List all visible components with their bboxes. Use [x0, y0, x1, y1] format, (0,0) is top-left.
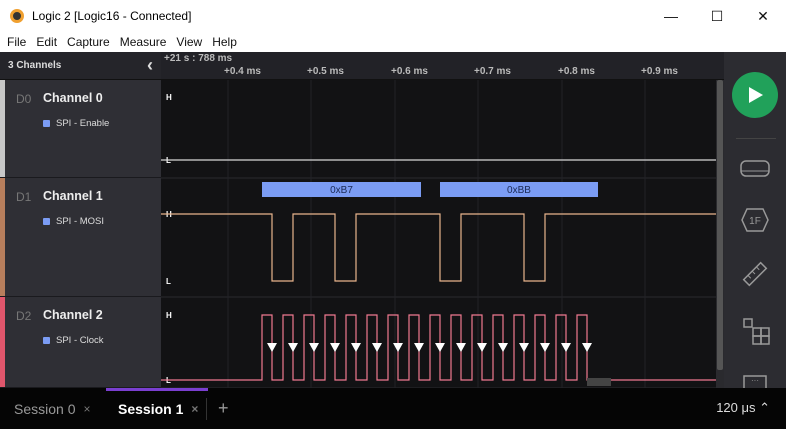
app-logo-icon [10, 9, 24, 23]
add-session-button[interactable]: + [218, 388, 229, 429]
decoded-byte-label: 0xB7 [330, 185, 353, 196]
time-tick-label: +0.8 ms [558, 66, 595, 77]
tab-label: Session 0 [14, 400, 76, 417]
zoom-level[interactable]: 120 μs ⌃ [716, 400, 770, 416]
divider [206, 398, 207, 420]
absolute-time: +21 s : 788 ms [164, 53, 233, 64]
channel-row-d2[interactable]: D2 Channel 2 SPI - Clock [0, 297, 161, 388]
svg-text:···: ··· [751, 376, 759, 385]
channel-name[interactable]: Channel 0 [43, 91, 103, 105]
tab-session-1[interactable]: Session 1 × [118, 388, 198, 429]
menu-file[interactable]: File [2, 35, 31, 49]
channel-id: D0 [16, 92, 32, 106]
channel-name[interactable]: Channel 1 [43, 189, 103, 203]
time-tick-label: +0.6 ms [391, 66, 428, 77]
menu-bar: File Edit Capture Measure View Help [0, 32, 786, 52]
menu-measure[interactable]: Measure [115, 35, 172, 49]
decoded-byte-label: 0xBB [507, 185, 531, 196]
terminal-icon[interactable]: ··· [739, 370, 771, 388]
channel-name[interactable]: Channel 2 [43, 308, 103, 322]
divider [736, 138, 776, 139]
channel-color-strip [0, 80, 5, 177]
time-tick-label: +0.7 ms [474, 66, 511, 77]
analyzers-icon[interactable]: 1F [739, 204, 771, 236]
analyzer-name: SPI - Enable [56, 118, 110, 129]
start-capture-button[interactable] [732, 72, 778, 118]
title-bar: Logic 2 [Logic16 - Connected] — ☐ ✕ [0, 0, 786, 32]
menu-edit[interactable]: Edit [31, 35, 62, 49]
device-icon[interactable] [739, 152, 771, 184]
close-tab-icon[interactable]: × [83, 402, 90, 416]
analyzer-name: SPI - Clock [56, 335, 104, 346]
waveform-area[interactable]: HLHLHL0xB70xBB [161, 80, 716, 388]
collapse-chevron-icon[interactable]: ‹ [147, 55, 153, 76]
channel-row-d0[interactable]: D0 Channel 0 SPI - Enable [0, 80, 161, 178]
analyzer-color-icon [43, 120, 50, 127]
close-tab-icon[interactable]: × [191, 402, 198, 416]
ruler-icon[interactable] [739, 258, 771, 290]
analyzer-color-icon [43, 337, 50, 344]
analyzer-label: SPI - Clock [43, 335, 104, 346]
time-tick-label: +0.5 ms [307, 66, 344, 77]
channel-row-d1[interactable]: D1 Channel 1 SPI - MOSI [0, 178, 161, 297]
time-tick-label: +0.4 ms [224, 66, 261, 77]
close-button[interactable]: ✕ [740, 0, 786, 32]
menu-capture[interactable]: Capture [62, 35, 115, 49]
session-tab-bar: Session 0 × Session 1 × + 120 μs ⌃ [0, 388, 786, 429]
maximize-button[interactable]: ☐ [694, 0, 740, 32]
right-sidebar: 1F ··· [724, 52, 786, 388]
analyzer-name: SPI - MOSI [56, 216, 105, 227]
menu-help[interactable]: Help [207, 35, 242, 49]
tab-session-0[interactable]: Session 0 × [14, 388, 91, 429]
channel-id: D1 [16, 190, 32, 204]
analyzer-label: SPI - MOSI [43, 216, 104, 227]
channel-color-strip [0, 178, 5, 296]
extensions-icon[interactable] [739, 314, 771, 346]
tab-label: Session 1 [118, 400, 184, 417]
window-title: Logic 2 [Logic16 - Connected] [32, 9, 192, 23]
menu-view[interactable]: View [171, 35, 207, 49]
analyzer-color-icon [43, 218, 50, 225]
analyzer-label: SPI - Enable [43, 118, 109, 129]
play-icon [749, 87, 763, 103]
time-tick-label: +0.9 ms [641, 66, 678, 77]
channel-count: 3 Channels [8, 60, 62, 71]
minimize-button[interactable]: — [648, 0, 694, 32]
level-high-label: H [166, 311, 172, 320]
level-high-label: H [166, 93, 172, 102]
level-low-label: L [166, 277, 171, 286]
svg-text:1F: 1F [749, 216, 761, 227]
time-ruler[interactable]: +21 s : 788 ms 3 ms+0.4 ms+0.5 ms+0.6 ms… [161, 52, 724, 80]
channel-panel-header: 3 Channels ‹ [0, 52, 161, 80]
vertical-scrollbar[interactable] [716, 80, 724, 388]
channel-id: D2 [16, 309, 32, 323]
channel-color-strip [0, 297, 5, 387]
waveform-background [161, 80, 716, 388]
horizontal-scroll-thumb [587, 378, 611, 386]
